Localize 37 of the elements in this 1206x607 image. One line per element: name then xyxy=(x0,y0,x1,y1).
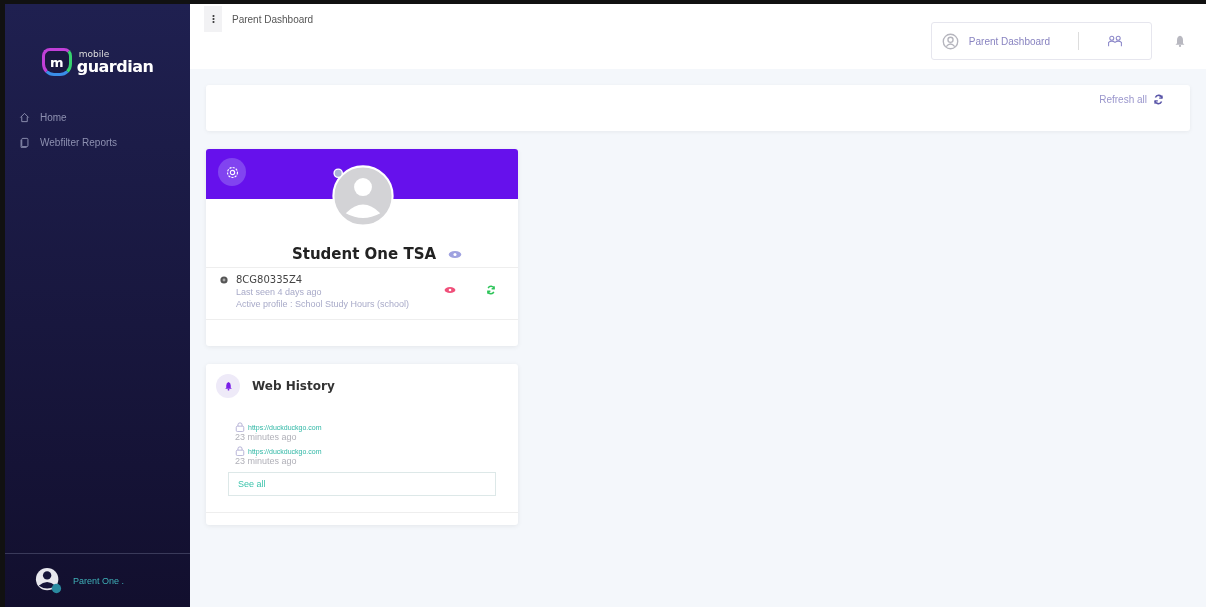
sync-icon[interactable] xyxy=(486,285,496,295)
sidebar-item[interactable]: Home xyxy=(19,112,190,123)
device-id: 8CG80335Z4 xyxy=(236,274,304,285)
user-avatar-icon xyxy=(35,566,63,595)
page-title: Parent Dashboard xyxy=(232,14,314,25)
lock-icon xyxy=(235,422,245,432)
bell-icon xyxy=(216,374,240,398)
more-button[interactable] xyxy=(204,6,222,32)
active-profile-text: Active profile : School Study Hours (school) xyxy=(236,299,411,309)
user-icon xyxy=(941,32,959,50)
more-icon xyxy=(211,14,215,24)
profile-switcher[interactable]: Parent Dashboard xyxy=(930,22,1152,60)
family-icon xyxy=(1107,34,1123,48)
card-title: Web History xyxy=(252,379,335,393)
eye-icon[interactable] xyxy=(448,249,463,259)
see-all-button[interactable]: See all xyxy=(228,472,496,496)
last-seen-text: Last seen 4 days ago xyxy=(236,287,323,297)
lock-icon xyxy=(235,446,245,456)
visit-time: 23 minutes ago xyxy=(235,456,298,466)
visit-time: 23 minutes ago xyxy=(235,432,298,442)
settings-icon xyxy=(224,164,240,180)
user-name[interactable]: Parent One . xyxy=(73,575,125,586)
logo-mark: m xyxy=(41,48,72,76)
document-icon xyxy=(19,137,30,148)
eye-icon[interactable] xyxy=(444,286,456,294)
brand-name: guardian xyxy=(76,58,154,75)
refresh-icon xyxy=(1153,94,1164,105)
profile-label: Parent Dashboard xyxy=(968,35,1050,47)
settings-button[interactable] xyxy=(218,158,246,186)
student-avatar-icon xyxy=(332,165,394,227)
sidebar-item[interactable]: Webfilter Reports xyxy=(19,137,190,148)
student-name: Student One TSA xyxy=(291,245,437,263)
device-status-icon xyxy=(220,276,228,284)
refresh-all-button[interactable]: Refresh all xyxy=(1093,93,1170,106)
home-icon xyxy=(19,112,30,123)
brand-tagline: mobile xyxy=(78,49,111,59)
notification-bell-icon[interactable] xyxy=(1174,34,1186,48)
